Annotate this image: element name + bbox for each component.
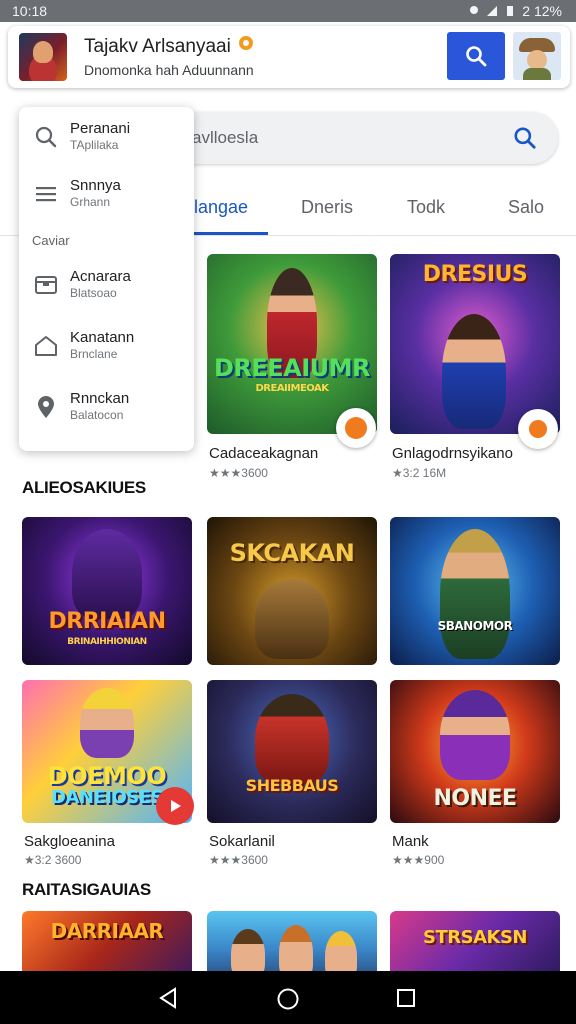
search-button[interactable] <box>447 32 505 80</box>
orange-badge-icon <box>529 420 547 438</box>
tab-salo[interactable]: Salo <box>508 197 544 218</box>
game-rating: ★★★3600 <box>209 853 268 867</box>
install-button[interactable] <box>336 408 376 448</box>
game-card[interactable]: DOEMOO DANEIOSES Sakgloeanina ★3:2 3600 <box>22 680 194 870</box>
game-thumbnail[interactable]: NONEE <box>390 680 560 823</box>
game-thumbnail[interactable]: SHEBBAUS <box>207 680 377 823</box>
game-card[interactable]: DRRIAIAN BRINAIHHIONIAN <box>22 517 192 665</box>
menu-item-peranani[interactable]: Peranani TAplilaka <box>19 111 194 163</box>
status-bar: 10:18 2 12% <box>0 0 576 22</box>
menu-item-snnnya[interactable]: Snnnya Grhann <box>19 168 194 220</box>
game-art-title: STRSAKSN <box>423 927 527 948</box>
app-header: Tajakv Arlsanyaai Dnomonka hah Aduunnann <box>8 26 570 88</box>
back-icon[interactable] <box>157 987 179 1009</box>
home-icon <box>35 336 57 356</box>
play-button[interactable] <box>156 787 194 825</box>
menu-item-sublabel: TAplilaka <box>70 138 119 152</box>
game-thumbnail[interactable]: SBANOMOR <box>390 517 560 665</box>
menu-item-acnarara[interactable]: Acnarara Blatsoao <box>19 259 194 311</box>
orange-badge-icon <box>345 417 367 439</box>
game-card[interactable]: SKCAKAN <box>207 517 377 665</box>
game-art-subtitle: SHEBBAUS <box>245 776 339 795</box>
search-bar[interactable]: avlloesla <box>150 112 558 164</box>
play-icon <box>171 800 181 812</box>
game-art-title: SKCAKAN <box>229 539 355 567</box>
game-thumbnail[interactable]: DRESIUS <box>390 254 560 434</box>
app-screen: 10:18 2 12% Tajakv Arlsanyaai Dnomonka h… <box>0 0 576 1024</box>
game-art-title: DRRIAIAN <box>48 609 166 634</box>
search-icon <box>466 46 487 67</box>
game-art-title: NONEE <box>433 786 517 811</box>
recents-icon[interactable] <box>396 988 416 1008</box>
game-card[interactable]: SHEBBAUS Sokarlanil ★★★3600 <box>207 680 377 870</box>
battery-level: 2 12% <box>522 3 562 19</box>
game-art-subtitle: SBANOMOR <box>437 619 513 633</box>
game-card[interactable]: NONEE Mank ★★★900 <box>390 680 560 870</box>
menu-item-label: Acnarara <box>70 268 131 285</box>
menu-item-sublabel: Grhann <box>70 195 111 209</box>
tab-todk[interactable]: Todk <box>407 197 445 218</box>
game-card[interactable]: SBANOMOR <box>390 517 560 665</box>
location-status-icon <box>470 6 479 14</box>
game-rating: ★★★3600 <box>209 466 268 480</box>
menu-item-sublabel: Blatsoao <box>70 286 117 300</box>
featured-game-card[interactable]: DREEAIUMR DREAIIMEOAK Cadaceakagnan ★★★3… <box>207 254 377 484</box>
menu-item-label: Kanatann <box>70 329 135 346</box>
menu-item-sublabel: Balatocon <box>70 408 124 422</box>
search-icon <box>35 126 57 148</box>
game-name: Gnlagodrnsyikano <box>392 445 513 462</box>
tab-dneris[interactable]: Dneris <box>301 197 353 218</box>
tab-ilangae[interactable]: Ilangae <box>189 197 248 218</box>
verified-badge-icon <box>238 36 253 50</box>
game-art-title: DRESIUS <box>422 262 528 287</box>
app-title: Tajakv Arlsanyaai <box>84 36 231 57</box>
menu-item-rnnckan[interactable]: Rnnckan Balatocon <box>19 381 194 433</box>
game-rating: ★3:2 16M <box>392 466 447 480</box>
battery-icon <box>507 6 514 16</box>
game-rating: ★★★900 <box>392 853 445 867</box>
menu-section-label: Caviar <box>32 233 70 248</box>
app-logo-icon[interactable] <box>19 33 67 81</box>
menu-item-sublabel: Brnclane <box>70 347 118 361</box>
game-thumbnail[interactable]: DREEAIUMR DREAIIMEOAK <box>207 254 377 434</box>
game-art-title: DOEMOO <box>47 762 167 790</box>
menu-item-label: Snnnya <box>70 177 121 194</box>
game-name: Sokarlanil <box>209 833 275 850</box>
dropdown-menu: Peranani TAplilaka Snnnya Grhann Caviar … <box>19 107 194 451</box>
game-art-title: DARRIAAR <box>50 919 164 943</box>
game-card[interactable]: DARRIAAR <box>22 911 192 981</box>
menu-item-label: Peranani <box>70 120 131 137</box>
game-name: Cadaceakagnan <box>209 445 319 462</box>
search-input[interactable]: avlloesla <box>192 128 258 148</box>
section-title: RAITASIGAUIAS <box>22 880 151 899</box>
app-subtitle: Dnomonka hah Aduunnann <box>84 62 254 78</box>
list-icon <box>36 187 56 202</box>
menu-item-kanatann[interactable]: Kanatann Brnclane <box>19 320 194 372</box>
location-icon <box>38 396 54 418</box>
avatar[interactable] <box>513 32 561 80</box>
game-art-subtitle: DREAIIMEOAK <box>255 383 329 394</box>
system-nav-bar <box>0 971 576 1024</box>
inbox-icon <box>35 276 57 294</box>
search-icon[interactable] <box>512 125 538 151</box>
section-title: ALIEOSAKIUES <box>22 478 146 497</box>
status-time: 10:18 <box>12 3 48 19</box>
game-rating: ★3:2 3600 <box>24 853 82 867</box>
game-art-subtitle: BRINAIHHIONIAN <box>67 637 147 647</box>
game-thumbnail[interactable]: SKCAKAN <box>207 517 377 665</box>
game-art-title: DREEAIUMR <box>213 354 371 382</box>
featured-game-card[interactable]: DRESIUS Gnlagodrnsyikano ★3:2 16M <box>390 254 560 484</box>
home-icon[interactable] <box>276 987 300 1011</box>
install-button[interactable] <box>518 409 558 449</box>
game-name: Sakgloeanina <box>24 833 115 850</box>
game-thumbnail[interactable]: DRRIAIAN BRINAIHHIONIAN <box>22 517 192 665</box>
game-card[interactable]: STRSAKSN <box>390 911 560 981</box>
game-card[interactable] <box>207 911 377 981</box>
menu-item-label: Rnnckan <box>70 390 130 407</box>
game-name: Mank <box>392 833 429 850</box>
signal-icon <box>487 6 498 16</box>
